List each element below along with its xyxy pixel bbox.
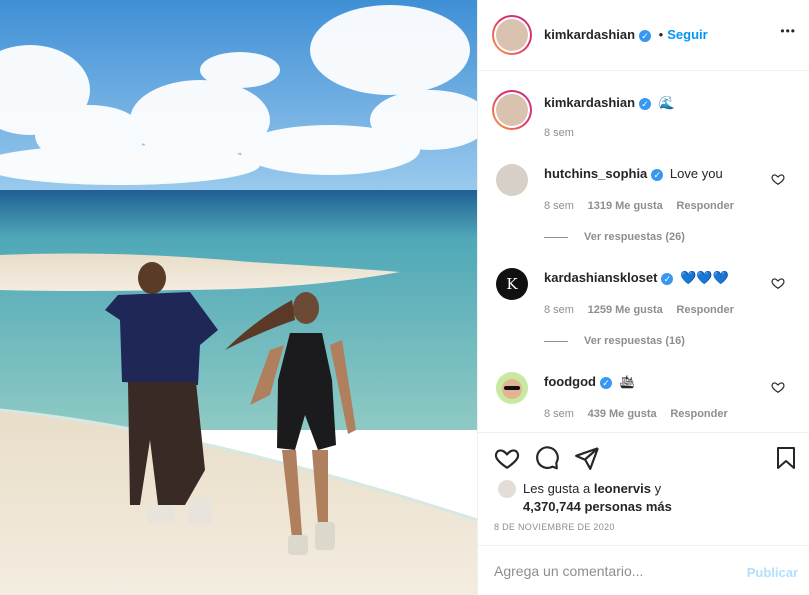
reply-button[interactable]: Responder (670, 408, 727, 420)
caption-avatar[interactable] (492, 90, 532, 130)
view-replies-label: Ver respuestas (16) (584, 335, 685, 347)
post-photo[interactable] (0, 0, 477, 595)
comment-likes[interactable]: 1259 Me gusta (588, 304, 663, 316)
comment-body: foodgod ✓ 🛳 (544, 374, 635, 390)
reply-button[interactable]: Responder (676, 304, 733, 316)
liker-username[interactable]: leonervis (594, 481, 651, 496)
post-header: kimkardashian ✓ • Seguir ••• (478, 0, 809, 71)
separator-dot: • (658, 27, 664, 42)
caption-username[interactable]: kimkardashian (544, 95, 635, 110)
comment-body: kardashianskloset ✓ 💙💙💙 (544, 270, 729, 286)
likes-summary: Les gusta a leonervis y 4,370,744 person… (523, 480, 773, 516)
comment-age[interactable]: 8 sem (544, 304, 574, 316)
post-date[interactable]: 8 DE NOVIEMBRE DE 2020 (494, 522, 615, 532)
comment-text: 💙💙💙 (680, 270, 729, 285)
liker-avatar[interactable] (498, 480, 516, 498)
comment-likes[interactable]: 439 Me gusta (588, 408, 657, 420)
reply-button[interactable]: Responder (676, 200, 733, 212)
comment-avatar[interactable] (496, 372, 528, 404)
heart-icon[interactable] (494, 445, 520, 471)
follow-button[interactable]: Seguir (667, 27, 707, 42)
publish-button[interactable]: Publicar (747, 565, 798, 580)
comment-username[interactable]: foodgod (544, 374, 596, 389)
view-replies-label: Ver respuestas (26) (584, 231, 685, 243)
comment-icon[interactable] (534, 445, 560, 471)
verified-badge-icon: ✓ (661, 272, 674, 285)
author-avatar[interactable] (492, 15, 532, 55)
verified-badge-icon: ✓ (639, 97, 652, 110)
caption-age[interactable]: 8 sem (544, 127, 574, 139)
heart-icon[interactable] (771, 172, 785, 186)
likes-count[interactable]: 4,370,744 personas más (523, 499, 672, 514)
verified-badge-icon: ✓ (651, 168, 664, 181)
post-side-panel: kimkardashian ✓ • Seguir ••• kimkardashian… (477, 0, 809, 595)
caption-text: 🌊 (658, 95, 675, 110)
comment-input[interactable] (494, 562, 734, 580)
likes-connector: y (654, 481, 662, 496)
comment-likes[interactable]: 1319 Me gusta (588, 200, 663, 212)
avatar-face (502, 379, 522, 399)
comment-age[interactable]: 8 sem (544, 408, 574, 420)
comment-body: hutchins_sophia ✓ Love you (544, 166, 723, 181)
comment-composer: Publicar (478, 545, 809, 595)
comment-text: 🛳 (618, 374, 636, 389)
bookmark-icon[interactable] (774, 445, 798, 471)
comment-avatar[interactable]: K (496, 268, 528, 300)
heart-icon[interactable] (771, 276, 785, 290)
avatar-letter: K (506, 275, 518, 293)
comment-text: Love you (669, 166, 723, 181)
view-replies-button[interactable]: Ver respuestas (26) (544, 231, 685, 243)
comment-age[interactable]: 8 sem (544, 200, 574, 212)
verified-badge-icon: ✓ (599, 376, 612, 389)
view-replies-button[interactable]: Ver respuestas (16) (544, 335, 685, 347)
likes-prefix: Les gusta a (523, 481, 591, 496)
comment-username[interactable]: kardashianskloset (544, 270, 657, 285)
heart-icon[interactable] (771, 380, 785, 394)
share-icon[interactable] (574, 445, 600, 471)
comment-avatar[interactable] (496, 164, 528, 196)
verified-badge-icon: ✓ (639, 29, 652, 42)
comment-username[interactable]: hutchins_sophia (544, 166, 647, 181)
author-username[interactable]: kimkardashian (544, 27, 635, 42)
more-options-icon[interactable]: ••• (780, 24, 796, 38)
